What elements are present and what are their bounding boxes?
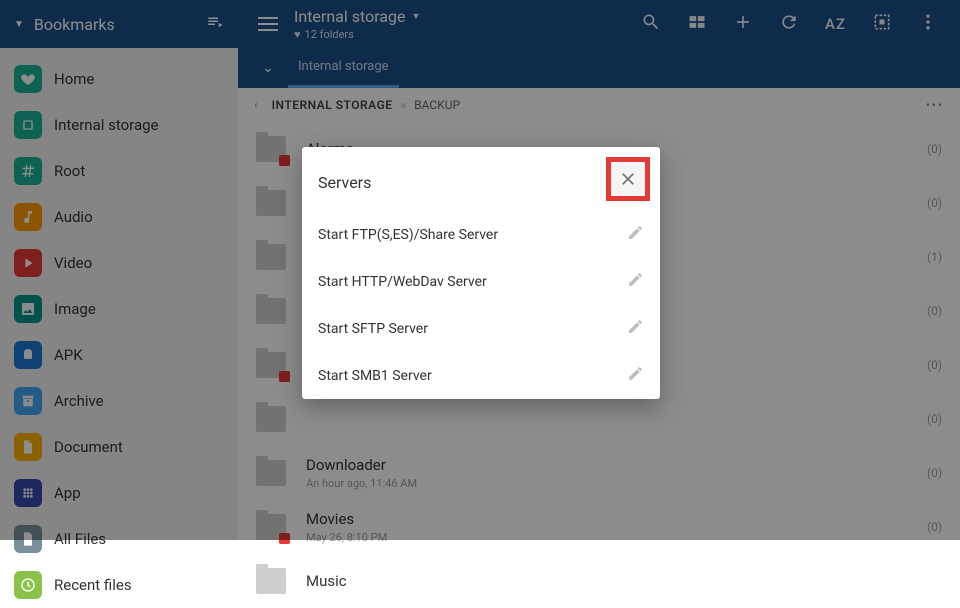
servers-dialog: Servers Start FTP(S,ES)/Share Server Sta… [302, 147, 660, 399]
file-row[interactable]: Music [238, 554, 960, 608]
dialog-title: Servers [318, 173, 606, 192]
dialog-item-label: Start SMB1 Server [318, 368, 627, 384]
edit-icon[interactable] [627, 271, 644, 292]
dialog-item-label: Start SFTP Server [318, 321, 627, 337]
dialog-item-label: Start HTTP/WebDav Server [318, 274, 627, 290]
edit-icon[interactable] [627, 365, 644, 386]
folder-icon [256, 568, 286, 594]
dialog-header: Servers [302, 147, 660, 211]
file-name: Music [306, 572, 942, 590]
dialog-item[interactable]: Start HTTP/WebDav Server [302, 258, 660, 305]
sidebar-item-recent-files[interactable]: Recent files [0, 562, 238, 608]
close-button[interactable] [606, 157, 650, 201]
edit-icon[interactable] [627, 318, 644, 339]
dialog-item[interactable]: Start SMB1 Server [302, 352, 660, 399]
dialog-item-label: Start FTP(S,ES)/Share Server [318, 227, 627, 243]
file-info: Music [306, 572, 942, 590]
dialog-item[interactable]: Start SFTP Server [302, 305, 660, 352]
close-icon [619, 170, 637, 188]
edit-icon[interactable] [627, 224, 644, 245]
sidebar-item-label: Recent files [54, 576, 132, 594]
clock-icon [14, 571, 42, 599]
dialog-item[interactable]: Start FTP(S,ES)/Share Server [302, 211, 660, 258]
